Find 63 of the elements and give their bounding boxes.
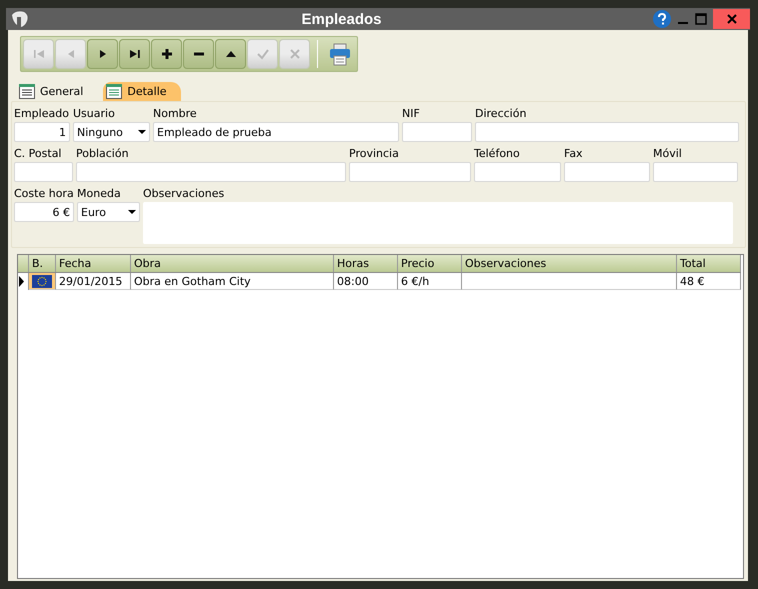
field-label: Observaciones bbox=[143, 186, 226, 202]
text-field[interactable] bbox=[475, 122, 739, 142]
field-label: Usuario bbox=[73, 106, 116, 122]
window-title: Empleados bbox=[300, 10, 383, 28]
field-label: Móvil bbox=[653, 146, 683, 162]
tab[interactable]: Detalle bbox=[103, 82, 181, 101]
field-label: Dirección bbox=[475, 106, 528, 122]
field-label: Nombre bbox=[153, 106, 198, 122]
eu-flag-icon bbox=[32, 274, 52, 288]
last-record-icon bbox=[128, 47, 142, 61]
table-cell: 48 € bbox=[677, 273, 741, 290]
text-field[interactable] bbox=[474, 162, 561, 182]
field-label: Empleado bbox=[14, 106, 70, 122]
notes-field[interactable] bbox=[143, 202, 733, 244]
text-field[interactable] bbox=[564, 162, 650, 182]
table-cell: 29/01/2015 bbox=[56, 273, 131, 290]
text-field[interactable] bbox=[76, 162, 346, 182]
column-header[interactable]: B. bbox=[29, 255, 56, 272]
column-header[interactable]: Total bbox=[677, 255, 741, 272]
field-label: Coste hora bbox=[14, 186, 74, 202]
dropdown-arrow-icon bbox=[128, 210, 136, 214]
table-cell: Obra en Gotham City bbox=[131, 273, 334, 290]
number-field[interactable]: 6 € bbox=[14, 202, 74, 222]
text-field[interactable] bbox=[14, 162, 73, 182]
toolbar-button[interactable] bbox=[215, 39, 246, 69]
maximize-icon[interactable] bbox=[695, 13, 707, 25]
toolbar-button[interactable] bbox=[119, 39, 150, 69]
check-icon bbox=[256, 47, 270, 61]
list-icon bbox=[106, 84, 122, 99]
toolbar-button[interactable] bbox=[183, 39, 214, 69]
column-header[interactable]: Fecha bbox=[56, 255, 131, 272]
dropdown[interactable]: Ninguno bbox=[73, 122, 150, 142]
table-cell: 08:00 bbox=[334, 273, 398, 290]
text-field[interactable] bbox=[653, 162, 738, 182]
field-label: Moneda bbox=[77, 186, 122, 202]
field-label: Provincia bbox=[349, 146, 400, 162]
app-logo-icon bbox=[10, 9, 30, 29]
close-icon bbox=[726, 14, 736, 24]
field-label: Fax bbox=[564, 146, 584, 162]
column-header[interactable]: Obra bbox=[131, 255, 334, 272]
close-button[interactable] bbox=[713, 9, 750, 29]
help-icon[interactable] bbox=[653, 10, 671, 28]
column-header[interactable]: Precio bbox=[398, 255, 462, 272]
column-header[interactable]: Observaciones bbox=[462, 255, 677, 272]
field-label: Teléfono bbox=[474, 146, 521, 162]
first-record-icon bbox=[32, 47, 46, 61]
toolbar-button[interactable] bbox=[87, 39, 118, 69]
plus-icon bbox=[160, 47, 174, 61]
tab[interactable]: General bbox=[16, 82, 98, 101]
list-icon bbox=[19, 84, 35, 99]
field-label: C. Postal bbox=[14, 146, 62, 162]
x-icon bbox=[288, 47, 302, 61]
field-label: NIF bbox=[402, 106, 421, 122]
text-field[interactable] bbox=[349, 162, 471, 182]
number-field[interactable]: 1 bbox=[14, 122, 70, 142]
text-field[interactable]: Empleado de prueba bbox=[153, 122, 399, 142]
dropdown-arrow-icon bbox=[138, 130, 146, 134]
column-header[interactable]: Horas bbox=[334, 255, 398, 272]
field-label: Población bbox=[76, 146, 130, 162]
dropdown[interactable]: Euro bbox=[77, 202, 140, 222]
toolbar-button[interactable] bbox=[151, 39, 182, 69]
table-cell: 6 €/h bbox=[398, 273, 462, 290]
text-field[interactable] bbox=[402, 122, 472, 142]
